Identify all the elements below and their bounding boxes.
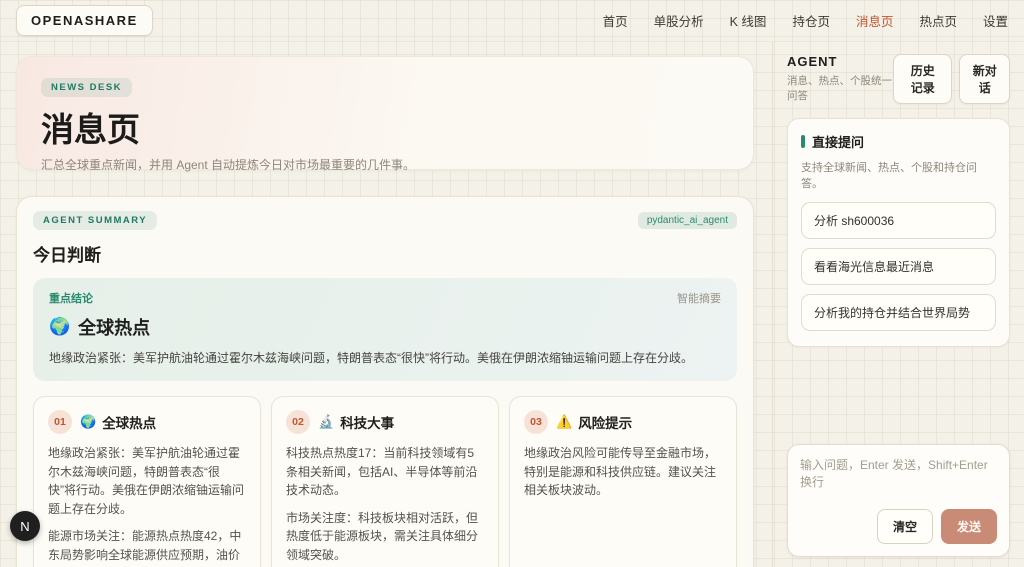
direct-ask-title: 直接提问 — [812, 132, 864, 151]
nav-item-kline[interactable]: K 线图 — [730, 11, 767, 30]
globe-icon: 🌍 — [49, 317, 70, 337]
card-paragraph: 科技热点热度17：当前科技领域有5条相关新闻，包括AI、半导体等前沿技术动态。 — [286, 444, 484, 500]
microscope-icon: 🔬 — [318, 414, 334, 430]
accent-bar — [801, 135, 805, 148]
agent-summary-badge: AGENT SUMMARY — [33, 211, 157, 230]
n-floating-badge[interactable]: N — [10, 511, 40, 541]
nav-item-hotspots[interactable]: 热点页 — [919, 11, 957, 30]
nav-item-portfolio[interactable]: 持仓页 — [792, 11, 830, 30]
agent-engine-tag: pydantic_ai_agent — [638, 212, 737, 229]
card-paragraph: 地缘政治风险可能传导至金融市场，特别是能源和科技供应链。建议关注相关板块波动。 — [524, 444, 722, 500]
nav-item-stock-analysis[interactable]: 单股分析 — [654, 11, 704, 30]
direct-ask-subtitle: 支持全球新闻、热点、个股和持仓问答。 — [801, 159, 996, 191]
page-title: 消息页 — [41, 103, 729, 151]
key-conclusion-box: 重点结论 智能摘要 🌍 全球热点 地缘政治紧张：美军护航油轮通过霍尔木兹海峡问题… — [33, 278, 737, 381]
top-navbar: OPENASHARE 首页 单股分析 K 线图 持仓页 消息页 热点页 设置 — [0, 0, 1024, 42]
warning-icon: ⚠️ — [556, 414, 572, 430]
card-tech-events: 02 🔬 科技大事 科技热点热度17：当前科技领域有5条相关新闻，包括AI、半导… — [271, 396, 499, 567]
global-hotspot-title: 全球热点 — [78, 314, 150, 340]
suggestion-portfolio-analysis[interactable]: 分析我的持仓并结合世界局势 — [801, 294, 996, 331]
direct-ask-card: 直接提问 支持全球新闻、热点、个股和持仓问答。 分析 sh600036 看看海光… — [787, 118, 1010, 347]
agent-summary-card: AGENT SUMMARY pydantic_ai_agent 今日判断 重点结… — [16, 196, 754, 567]
history-button[interactable]: 历史记录 — [893, 54, 952, 104]
card-title: 科技大事 — [340, 412, 394, 432]
key-conclusion-label: 重点结论 — [49, 290, 93, 306]
suggestion-hygon-news[interactable]: 看看海光信息最近消息 — [801, 248, 996, 285]
card-title: 风险提示 — [578, 412, 632, 432]
nav-item-settings[interactable]: 设置 — [983, 11, 1008, 30]
today-judgement-title: 今日判断 — [33, 241, 737, 266]
suggestion-analyze-stock[interactable]: 分析 sh600036 — [801, 202, 996, 239]
page-subtitle: 汇总全球重点新闻，并用 Agent 自动提炼今日对市场最重要的几件事。 — [41, 156, 729, 173]
send-button[interactable]: 发送 — [941, 509, 997, 544]
nav-item-home[interactable]: 首页 — [603, 11, 628, 30]
app-logo[interactable]: OPENASHARE — [16, 5, 153, 36]
card-paragraph: 地缘政治紧张：美军护航油轮通过霍尔木兹海峡问题，特朗普表态“很快”将行动。美俄在… — [48, 444, 246, 518]
news-hero-card: NEWS DESK 消息页 汇总全球重点新闻，并用 Agent 自动提炼今日对市… — [16, 56, 754, 170]
global-hotspot-text: 地缘政治紧张：美军护航油轮通过霍尔木兹海峡问题，特朗普表态“很快”将行动。美俄在… — [49, 349, 721, 367]
agent-subtitle: 消息、热点、个股统一问答 — [787, 73, 893, 103]
agent-sidebar: AGENT 消息、热点、个股统一问答 历史记录 新对话 直接提问 支持全球新闻、… — [772, 42, 1024, 567]
smart-summary-tag: 智能摘要 — [677, 290, 721, 306]
main-nav: 首页 单股分析 K 线图 持仓页 消息页 热点页 设置 — [603, 11, 1008, 30]
question-input[interactable] — [800, 456, 997, 500]
main-content: NEWS DESK 消息页 汇总全球重点新闻，并用 Agent 自动提炼今日对市… — [0, 42, 772, 567]
card-paragraph: 能源市场关注：能源热点热度42，中东局势影响全球能源供应预期，油价波动可能加剧。 — [48, 527, 246, 567]
new-chat-button[interactable]: 新对话 — [959, 54, 1010, 104]
card-title: 全球热点 — [102, 412, 156, 432]
card-number-badge: 03 — [524, 410, 548, 434]
card-global-hotspot: 01 🌍 全球热点 地缘政治紧张：美军护航油轮通过霍尔木兹海峡问题，特朗普表态“… — [33, 396, 261, 567]
agent-title: AGENT — [787, 54, 893, 69]
clear-button[interactable]: 清空 — [877, 509, 933, 544]
card-number-badge: 02 — [286, 410, 310, 434]
card-risk-warning: 03 ⚠️ 风险提示 地缘政治风险可能传导至金融市场，特别是能源和科技供应链。建… — [509, 396, 737, 567]
card-number-badge: 01 — [48, 410, 72, 434]
card-paragraph: 市场关注度：科技板块相对活跃，但热度低于能源板块，需关注具体细分领域突破。 — [286, 509, 484, 565]
news-desk-badge: NEWS DESK — [41, 78, 132, 97]
summary-cards-row: 01 🌍 全球热点 地缘政治紧张：美军护航油轮通过霍尔木兹海峡问题，特朗普表态“… — [33, 396, 737, 567]
nav-item-news[interactable]: 消息页 — [856, 11, 894, 30]
globe-icon: 🌍 — [80, 414, 96, 430]
question-composer: 清空 发送 — [787, 444, 1010, 557]
